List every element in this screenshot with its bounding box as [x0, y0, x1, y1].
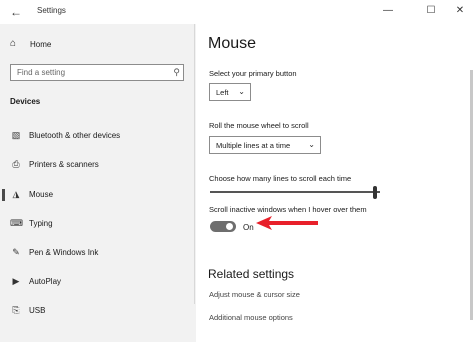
keyboard-icon: ⌨ — [10, 218, 23, 228]
minimize-button[interactable]: — — [379, 3, 397, 19]
chevron-down-icon: ⌄ — [308, 140, 315, 149]
lines-slider-thumb[interactable] — [372, 186, 377, 199]
sidebar-item-autoplay[interactable]: ▶ AutoPlay — [0, 274, 194, 290]
scroll-wheel-label: Roll the mouse wheel to scroll — [209, 121, 309, 130]
scroll-inactive-label: Scroll inactive windows when I hover ove… — [209, 205, 367, 214]
toggle-knob — [226, 223, 233, 230]
usb-icon: ⎘ — [12, 305, 20, 315]
scroll-inactive-toggle[interactable] — [210, 221, 236, 232]
sidebar-item-label: Bluetooth & other devices — [29, 131, 121, 140]
mouse-icon: ◮ — [12, 189, 20, 199]
sidebar-item-pen[interactable]: ✎ Pen & Windows Ink — [0, 245, 194, 261]
dropdown-value: Left — [216, 88, 229, 97]
search-icon[interactable]: ⚲ — [173, 67, 180, 78]
sidebar-item-label: Pen & Windows Ink — [29, 248, 99, 257]
app-title: Settings — [37, 6, 66, 15]
scroll-wheel-dropdown[interactable]: Multiple lines at a time ⌄ — [209, 136, 321, 154]
sidebar-item-printers[interactable]: ⎙ Printers & scanners — [0, 157, 194, 173]
home-icon: ⌂ — [10, 38, 17, 49]
selection-indicator — [2, 189, 5, 201]
title-bar: ← Settings — ☐ ✕ — [0, 0, 474, 24]
bluetooth-icon: ▧ — [11, 130, 21, 140]
close-button[interactable]: ✕ — [451, 3, 469, 19]
adjust-mouse-link[interactable]: Adjust mouse & cursor size — [209, 290, 300, 299]
search-input[interactable] — [17, 67, 167, 78]
toggle-state-label: On — [243, 223, 254, 232]
lines-slider-track[interactable] — [210, 191, 380, 193]
sidebar-divider — [194, 24, 195, 304]
home-label: Home — [30, 40, 52, 49]
sidebar-item-usb[interactable]: ⎘ USB — [0, 303, 194, 319]
primary-button-label: Select your primary button — [209, 69, 297, 78]
sidebar-item-label: AutoPlay — [29, 277, 62, 286]
chevron-down-icon: ⌄ — [238, 87, 245, 96]
section-heading: Devices — [10, 97, 41, 106]
related-settings-heading: Related settings — [208, 267, 295, 281]
annotation-arrow-icon — [256, 216, 318, 230]
main-content: Mouse Select your primary button Left ⌄ … — [196, 24, 474, 342]
sidebar-item-label: Printers & scanners — [29, 160, 99, 169]
primary-button-dropdown[interactable]: Left ⌄ — [209, 83, 251, 101]
page-title: Mouse — [208, 35, 257, 52]
sidebar-item-typing[interactable]: ⌨ Typing — [0, 216, 194, 232]
lines-to-scroll-label: Choose how many lines to scroll each tim… — [209, 174, 352, 183]
search-box[interactable]: ⚲ — [10, 64, 184, 81]
back-arrow-icon[interactable]: ← — [8, 4, 24, 20]
sidebar-item-mouse[interactable]: ◮ Mouse — [0, 187, 194, 203]
sidebar-item-label: USB — [29, 306, 46, 315]
additional-mouse-options-link[interactable]: Additional mouse options — [209, 313, 293, 322]
sidebar-item-label: Typing — [29, 219, 53, 228]
sidebar-item-bluetooth[interactable]: ▧ Bluetooth & other devices — [0, 128, 194, 144]
printer-icon: ⎙ — [12, 159, 20, 169]
autoplay-icon: ▶ — [12, 276, 20, 286]
dropdown-value: Multiple lines at a time — [216, 141, 291, 150]
scrollbar[interactable] — [470, 70, 473, 320]
sidebar-item-label: Mouse — [29, 190, 54, 199]
maximize-button[interactable]: ☐ — [422, 3, 440, 19]
pen-icon: ✎ — [12, 247, 20, 257]
